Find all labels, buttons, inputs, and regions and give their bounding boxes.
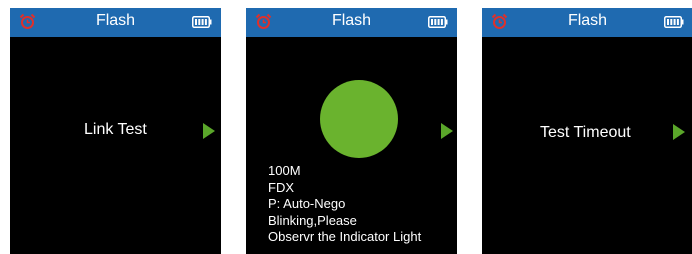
port-mode-text: P: Auto-Nego: [268, 196, 346, 211]
speed-text: 100M: [268, 163, 301, 178]
title-bar: Flash: [10, 8, 221, 37]
duplex-text: FDX: [268, 179, 294, 195]
title-bar: Flash: [482, 8, 692, 37]
test-timeout-label: Test Timeout: [540, 124, 631, 141]
battery-icon: [192, 16, 212, 28]
play-arrow-icon[interactable]: [203, 123, 215, 139]
screen-title: Flash: [95, 12, 136, 29]
link-test-label: Link Test: [84, 121, 147, 138]
play-arrow-icon[interactable]: [673, 124, 685, 140]
screen-title: Flash: [331, 12, 372, 29]
screen-title: Flash: [567, 12, 608, 29]
battery-icon: [428, 16, 448, 28]
title-bar: Flash: [246, 8, 457, 37]
blinking-text: Blinking,Please: [268, 212, 357, 228]
play-arrow-icon[interactable]: [441, 123, 453, 139]
observe-text: Observr the Indicator Light: [268, 229, 422, 244]
screen-flash-result: Flash 100M FDX P: Auto-Nego Blinking,Ple…: [246, 8, 457, 254]
battery-icon: [664, 16, 684, 28]
screen-test-timeout: Flash Test Timeout: [482, 8, 692, 254]
screen-link-test: Flash Link Test: [10, 8, 221, 254]
status-info: 100M FDX P: Auto-Nego Blinking,Please Ob…: [268, 163, 421, 246]
green-indicator-light: [320, 80, 398, 158]
